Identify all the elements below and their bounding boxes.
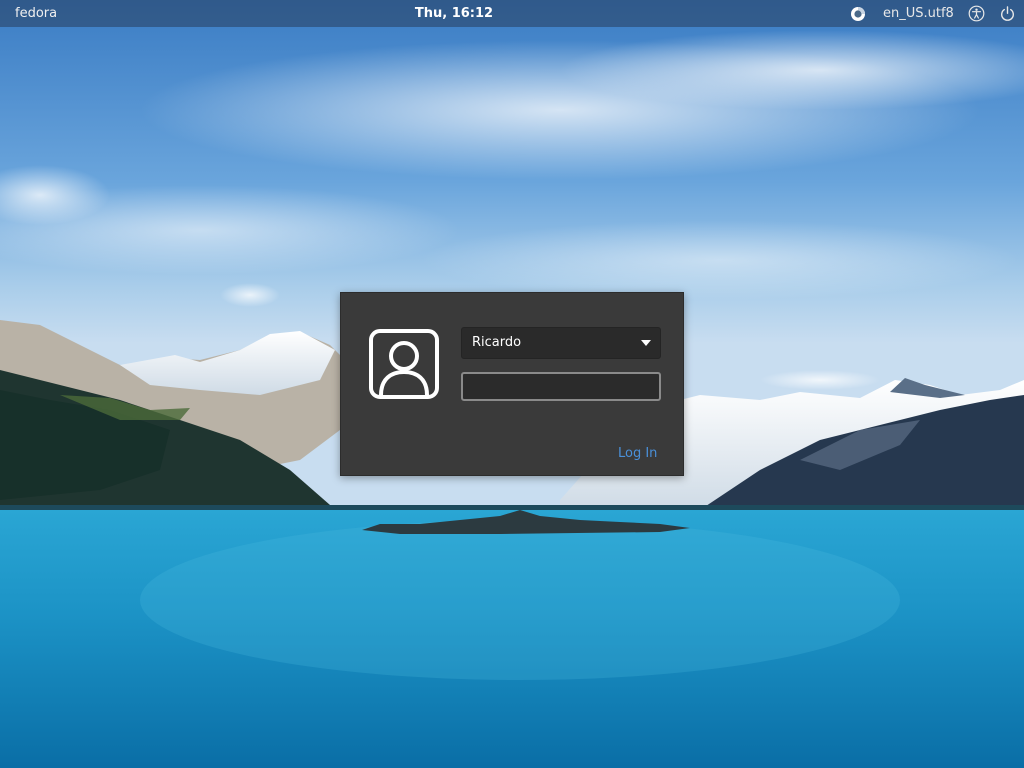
user-select-dropdown[interactable]: Ricardo [461, 327, 661, 359]
login-screen: fedora Thu, 16:12 en_US.utf8 Ricardo Log… [0, 0, 1024, 768]
login-button[interactable]: Log In [618, 446, 657, 461]
login-dialog: Ricardo Log In [340, 292, 684, 476]
power-icon[interactable] [999, 5, 1016, 22]
top-panel: fedora Thu, 16:12 en_US.utf8 [0, 0, 1024, 27]
user-avatar-icon [369, 329, 439, 399]
password-input[interactable] [461, 372, 661, 401]
dropdown-arrow-icon [641, 340, 651, 346]
selected-user: Ricardo [472, 335, 522, 350]
session-ring-icon[interactable] [850, 6, 866, 22]
clock-label[interactable]: Thu, 16:12 [0, 6, 908, 21]
keyboard-layout-label[interactable]: en_US.utf8 [883, 6, 954, 21]
accessibility-icon[interactable] [968, 5, 985, 22]
